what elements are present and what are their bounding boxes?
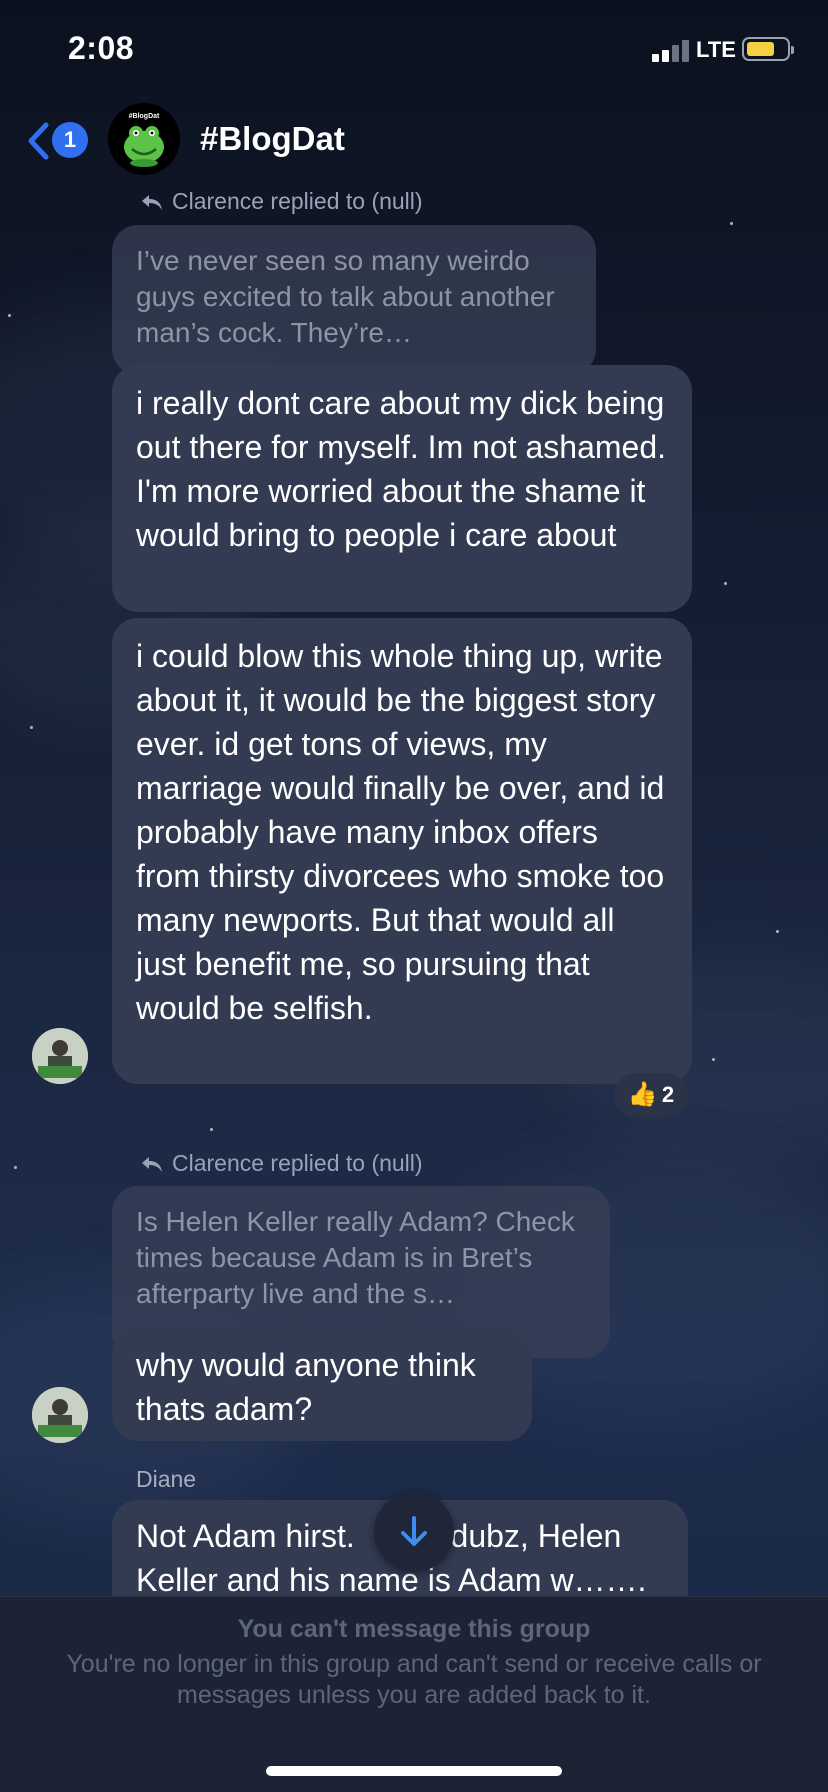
message-text: why would anyone think thats adam? xyxy=(136,1347,476,1427)
avatar-photo-icon xyxy=(32,1028,88,1084)
quoted-message-text: I’ve never seen so many weirdo guys exci… xyxy=(136,245,555,348)
frog-logo-icon xyxy=(124,126,164,167)
footer-description: You're no longer in this group and can't… xyxy=(66,1650,762,1709)
back-button[interactable]: 1 xyxy=(22,118,92,162)
arrow-down-icon xyxy=(401,1516,427,1546)
battery-icon xyxy=(742,37,794,61)
reaction-badge[interactable]: 👍 2 xyxy=(614,1073,688,1117)
reply-label: Clarence replied to (null) xyxy=(140,188,423,215)
message-bubble[interactable]: i could blow this whole thing up, write … xyxy=(112,618,692,1084)
home-indicator[interactable] xyxy=(266,1766,562,1776)
sender-avatar[interactable] xyxy=(32,1028,88,1084)
message-text: i really dont care about my dick being o… xyxy=(136,385,667,553)
status-bar: 2:08 LTE xyxy=(0,0,828,100)
reply-arrow-icon xyxy=(142,1156,162,1172)
footer-title: You can't message this group xyxy=(237,1615,591,1643)
group-avatar[interactable]: #BlogDat xyxy=(108,103,180,175)
message-text: i could blow this whole thing up, write … xyxy=(136,638,665,1026)
group-title[interactable]: #BlogDat xyxy=(200,120,345,158)
message-text: Not Adam hirst. xyxy=(136,1518,355,1554)
sender-avatar[interactable] xyxy=(32,1387,88,1443)
chevron-left-icon xyxy=(28,122,49,160)
reply-arrow-icon xyxy=(142,194,162,210)
reply-label-text: Clarence replied to (null) xyxy=(172,188,423,214)
cell-signal-icon xyxy=(652,38,692,62)
network-type: LTE xyxy=(696,37,736,62)
quoted-message-text: Is Helen Keller really Adam? Check times… xyxy=(136,1206,575,1309)
reply-label: Clarence replied to (null) xyxy=(140,1150,423,1177)
group-status-footer: You can't message this group You're no l… xyxy=(0,1596,828,1792)
reply-label-text: Clarence replied to (null) xyxy=(172,1150,423,1176)
scroll-to-bottom-button[interactable] xyxy=(374,1492,454,1572)
message-bubble[interactable]: i really dont care about my dick being o… xyxy=(112,365,692,612)
sender-name: Diane xyxy=(136,1466,197,1492)
quoted-message[interactable]: I’ve never seen so many weirdo guys exci… xyxy=(112,225,596,375)
chat-header: 1 #BlogDat #BlogDat xyxy=(0,100,828,184)
thumbs-up-icon: 👍 xyxy=(627,1081,658,1108)
reaction-count: 2 xyxy=(661,1082,675,1107)
status-time: 2:08 xyxy=(68,30,135,66)
avatar-photo-icon xyxy=(32,1387,88,1443)
message-bubble[interactable]: why would anyone think thats adam? xyxy=(112,1327,532,1441)
unread-count-badge: 1 xyxy=(52,122,88,158)
